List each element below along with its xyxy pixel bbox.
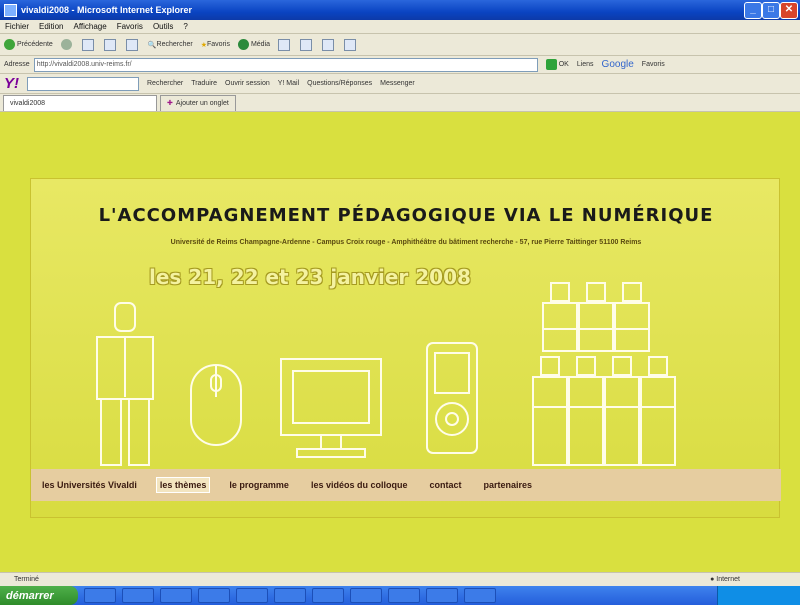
stop-button[interactable] <box>81 38 96 51</box>
window-titlebar: vivaldi2008 - Microsoft Internet Explore… <box>0 0 800 20</box>
yahoo-messenger[interactable]: Messenger <box>380 80 415 87</box>
window-title: vivaldi2008 - Microsoft Internet Explore… <box>21 5 193 15</box>
person-illustration <box>96 302 154 466</box>
yahoo-search-button[interactable]: Rechercher <box>147 80 183 87</box>
banner-subtitle: Université de Reims Champagne-Ardenne - … <box>170 239 642 246</box>
nav-videos[interactable]: les vidéos du colloque <box>308 478 411 492</box>
favorites-button[interactable]: ★ Favoris <box>201 41 230 49</box>
nav-universites-vivaldi[interactable]: les Universités Vivaldi <box>39 478 140 492</box>
crowd-illustration <box>532 282 676 466</box>
history-icon <box>278 38 291 51</box>
go-button[interactable]: OK <box>545 59 569 70</box>
yahoo-search-input[interactable] <box>27 76 139 91</box>
taskbar-item[interactable] <box>388 588 420 603</box>
media-icon <box>237 39 249 50</box>
mouse-illustration <box>190 364 242 446</box>
tab-bar: vivaldi2008 ✚ Ajouter un onglet <box>0 94 800 112</box>
minimize-button[interactable]: _ <box>744 2 762 19</box>
stop-icon <box>81 38 94 51</box>
globe-icon: ● <box>710 576 715 583</box>
nav-themes[interactable]: les thèmes <box>155 477 211 493</box>
yahoo-logo[interactable]: Y! <box>4 75 19 92</box>
event-dates: les 21, 22 et 23 janvier 2008 <box>149 265 471 289</box>
taskbar-item[interactable] <box>198 588 230 603</box>
nav-partenaires[interactable]: partenaires <box>481 478 536 492</box>
edit-icon <box>344 38 357 51</box>
nav-contact[interactable]: contact <box>426 478 464 492</box>
taskbar-item[interactable] <box>236 588 268 603</box>
menu-affichage[interactable]: Affichage <box>73 22 106 31</box>
close-button[interactable]: ✕ <box>780 2 798 19</box>
taskbar-item[interactable] <box>122 588 154 603</box>
menu-fichier[interactable]: Fichier <box>5 22 29 31</box>
yahoo-translate[interactable]: Traduire <box>191 80 217 87</box>
mail-icon <box>300 38 313 51</box>
refresh-icon <box>103 38 116 51</box>
start-button[interactable]: démarrer <box>0 586 78 605</box>
vivaldi-banner: L'ACCOMPAGNEMENT PÉDAGOGIQUE VIA LE NUMÉ… <box>30 178 781 518</box>
address-label: Adresse <box>4 61 30 68</box>
home-icon <box>125 38 138 51</box>
print-button[interactable] <box>322 38 336 51</box>
edit-button[interactable] <box>344 38 358 51</box>
banner-title: L'ACCOMPAGNEMENT PÉDAGOGIQUE VIA LE NUMÉ… <box>98 205 714 226</box>
system-tray <box>717 586 800 605</box>
tab-vivaldi[interactable]: vivaldi2008 <box>3 94 157 111</box>
maximize-button[interactable]: □ <box>762 2 780 19</box>
windows-taskbar: démarrer <box>0 586 800 605</box>
new-tab-button[interactable]: ✚ Ajouter un onglet <box>160 94 236 111</box>
taskbar-item[interactable] <box>464 588 496 603</box>
history-button[interactable] <box>278 38 292 51</box>
monitor-illustration <box>280 358 382 458</box>
status-text: Terminé <box>14 576 39 583</box>
back-button[interactable]: Précédente <box>4 39 53 50</box>
google-toolbar-logo[interactable]: Google <box>602 59 634 70</box>
yahoo-mail[interactable]: Y! Mail <box>278 80 299 87</box>
back-icon <box>4 39 15 50</box>
toolbar: Précédente 🔍 Rechercher ★ Favoris Média <box>0 34 800 56</box>
taskbar-item[interactable] <box>350 588 382 603</box>
nav-programme[interactable]: le programme <box>226 478 292 492</box>
plus-icon: ✚ <box>167 100 173 107</box>
links-label[interactable]: Liens <box>577 61 594 68</box>
yahoo-toolbar: Y! Rechercher Traduire Ouvrir session Y!… <box>0 74 800 94</box>
menubar: Fichier Edition Affichage Favoris Outils… <box>0 20 800 34</box>
go-icon <box>545 59 557 70</box>
taskbar-item[interactable] <box>274 588 306 603</box>
status-bar: Terminé ● Internet <box>0 572 800 586</box>
address-input[interactable]: http://vivaldi2008.univ-reims.fr/ <box>33 57 538 72</box>
security-zone: ● Internet <box>710 576 740 583</box>
forward-button[interactable] <box>60 39 74 50</box>
menu-favoris[interactable]: Favoris <box>117 22 143 31</box>
menu-outils[interactable]: Outils <box>153 22 173 31</box>
menu-help[interactable]: ? <box>183 22 187 31</box>
taskbar-item[interactable] <box>160 588 192 603</box>
site-navigation: les Universités Vivaldi les thèmes le pr… <box>31 469 781 501</box>
address-bar: Adresse http://vivaldi2008.univ-reims.fr… <box>0 56 800 74</box>
search-icon: 🔍 <box>147 41 157 49</box>
search-button[interactable]: 🔍 Rechercher <box>148 41 193 49</box>
illustrations <box>96 282 676 466</box>
refresh-button[interactable] <box>103 38 118 51</box>
home-button[interactable] <box>125 38 140 51</box>
taskbar-item[interactable] <box>426 588 458 603</box>
media-button[interactable]: Média <box>237 39 270 50</box>
forward-icon <box>60 39 72 50</box>
yahoo-open-session[interactable]: Ouvrir session <box>225 80 270 87</box>
mail-button[interactable] <box>300 38 314 51</box>
ie-icon <box>4 3 17 17</box>
yahoo-qa[interactable]: Questions/Réponses <box>307 80 372 87</box>
print-icon <box>322 38 335 51</box>
taskbar-item[interactable] <box>84 588 116 603</box>
menu-edition[interactable]: Edition <box>39 22 63 31</box>
taskbar-item[interactable] <box>312 588 344 603</box>
google-favorites[interactable]: Favoris <box>642 61 665 68</box>
music-player-illustration <box>426 342 478 454</box>
